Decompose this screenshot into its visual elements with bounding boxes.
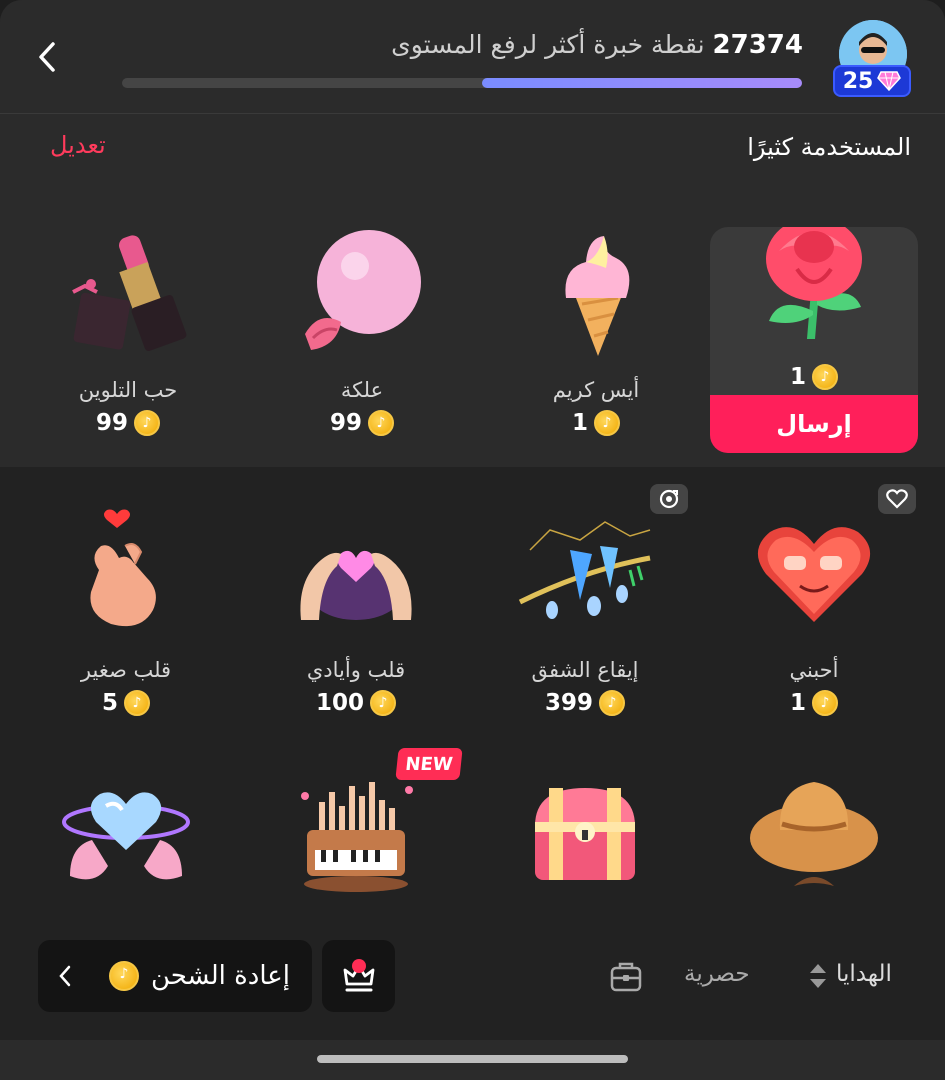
back-button[interactable] [30, 38, 64, 76]
gift-name: أيس كريم [552, 378, 640, 402]
coin-icon [812, 690, 838, 716]
cowboy-hat-icon [750, 782, 878, 886]
gift-price-value: 99 [95, 410, 128, 436]
xp-info: 27374 نقطة خبرة أكثر لرفع المستوى [391, 30, 803, 60]
gift-item[interactable]: قلب وأيادي 100 [252, 500, 460, 730]
header: 27374 نقطة خبرة أكثر لرفع المستوى 25 [0, 0, 945, 114]
gift-gallery-button[interactable] [322, 940, 395, 1012]
gift-price-value: 100 [315, 690, 364, 716]
selected-gift-card[interactable]: 1 إرسال [710, 227, 918, 453]
gift-name: قلب صغير [80, 658, 172, 682]
xp-progress-fill [482, 78, 802, 88]
gift-price-value: 1 [789, 690, 806, 716]
gift-price: 100 [252, 690, 460, 716]
chevron-left-icon [59, 965, 71, 987]
rose-icon [766, 227, 862, 339]
section-title: المستخدمة كثيرًا [747, 133, 911, 161]
recharge-button[interactable]: إعادة الشحن [38, 940, 312, 1012]
diamond-icon [877, 71, 902, 91]
new-badge: NEW [395, 748, 463, 780]
briefcase-icon[interactable] [608, 958, 644, 994]
tab-gifts[interactable]: الهدايا [836, 961, 892, 987]
level-number: 25 [842, 68, 874, 94]
gift-item[interactable]: علكة 99 [258, 220, 466, 450]
gift-panel: 27374 نقطة خبرة أكثر لرفع المستوى 25 الم… [0, 0, 945, 1080]
send-button[interactable]: إرسال [710, 395, 918, 453]
tab-exclusive[interactable]: حصرية [684, 961, 750, 987]
chevron-left-icon [39, 42, 55, 72]
coin-icon [134, 410, 160, 436]
heart-face-icon [757, 527, 871, 622]
xp-points: 27374 [712, 30, 803, 60]
recharge-label-group: إعادة الشحن [108, 961, 290, 991]
xp-description: نقطة خبرة أكثر لرفع المستوى [391, 30, 705, 59]
crown-icon [343, 959, 374, 992]
gift-price-value: 5 [101, 690, 118, 716]
gift-item[interactable] [710, 760, 918, 900]
gift-price: 5 [22, 690, 230, 716]
coin-icon [370, 690, 396, 716]
finger-heart-icon [90, 509, 156, 627]
gift-price: 1 [710, 364, 918, 390]
gift-price: 99 [24, 410, 232, 436]
coin-icon [594, 410, 620, 436]
gift-item[interactable]: أيس كريم 1 [492, 220, 700, 450]
coin-icon [599, 690, 625, 716]
heart-hands-icon [300, 550, 412, 620]
crystal-heart-icon [62, 792, 190, 880]
bubble-gum-icon [305, 230, 421, 350]
gift-item[interactable]: أحبني 1 [710, 500, 918, 730]
gift-name: حب التلوين [78, 378, 178, 402]
recharge-label: إعادة الشحن [150, 961, 290, 991]
gift-item[interactable]: قلب صغير 5 [22, 500, 230, 730]
coin-icon [124, 690, 150, 716]
gift-price-value: 399 [544, 690, 593, 716]
gift-name: أحبني [789, 658, 839, 682]
treasure-chest-icon [535, 788, 635, 880]
coin-icon [812, 364, 838, 390]
gift-price-value: 99 [329, 410, 362, 436]
xp-progress-bar [122, 78, 802, 88]
lipstick-icon [72, 235, 187, 352]
gift-item[interactable]: حب التلوين 99 [24, 220, 232, 450]
home-indicator[interactable] [317, 1055, 628, 1063]
ice-cream-icon [565, 236, 630, 356]
music-keyboard-icon [301, 782, 413, 892]
gift-price: 1 [492, 410, 700, 436]
gift-price: 1 [710, 690, 918, 716]
gift-price-value: 1 [571, 410, 588, 436]
level-badge: 25 [833, 65, 911, 97]
gift-item[interactable] [252, 760, 460, 900]
gift-price: 99 [258, 410, 466, 436]
gift-name: علكة [340, 378, 384, 402]
tiara-icon [518, 521, 651, 619]
coin-icon [368, 410, 394, 436]
edit-button[interactable]: تعديل [50, 131, 106, 159]
gift-name: إيقاع الشفق [531, 658, 639, 682]
gift-item[interactable] [22, 760, 230, 900]
sort-icon[interactable] [807, 960, 829, 992]
gift-item[interactable]: إيقاع الشفق 399 [481, 500, 689, 730]
gift-item[interactable] [481, 760, 689, 900]
gift-price: 399 [481, 690, 689, 716]
gift-price-value: 1 [789, 364, 806, 390]
coin-icon [108, 961, 139, 991]
gift-name: قلب وأيادي [306, 658, 406, 682]
